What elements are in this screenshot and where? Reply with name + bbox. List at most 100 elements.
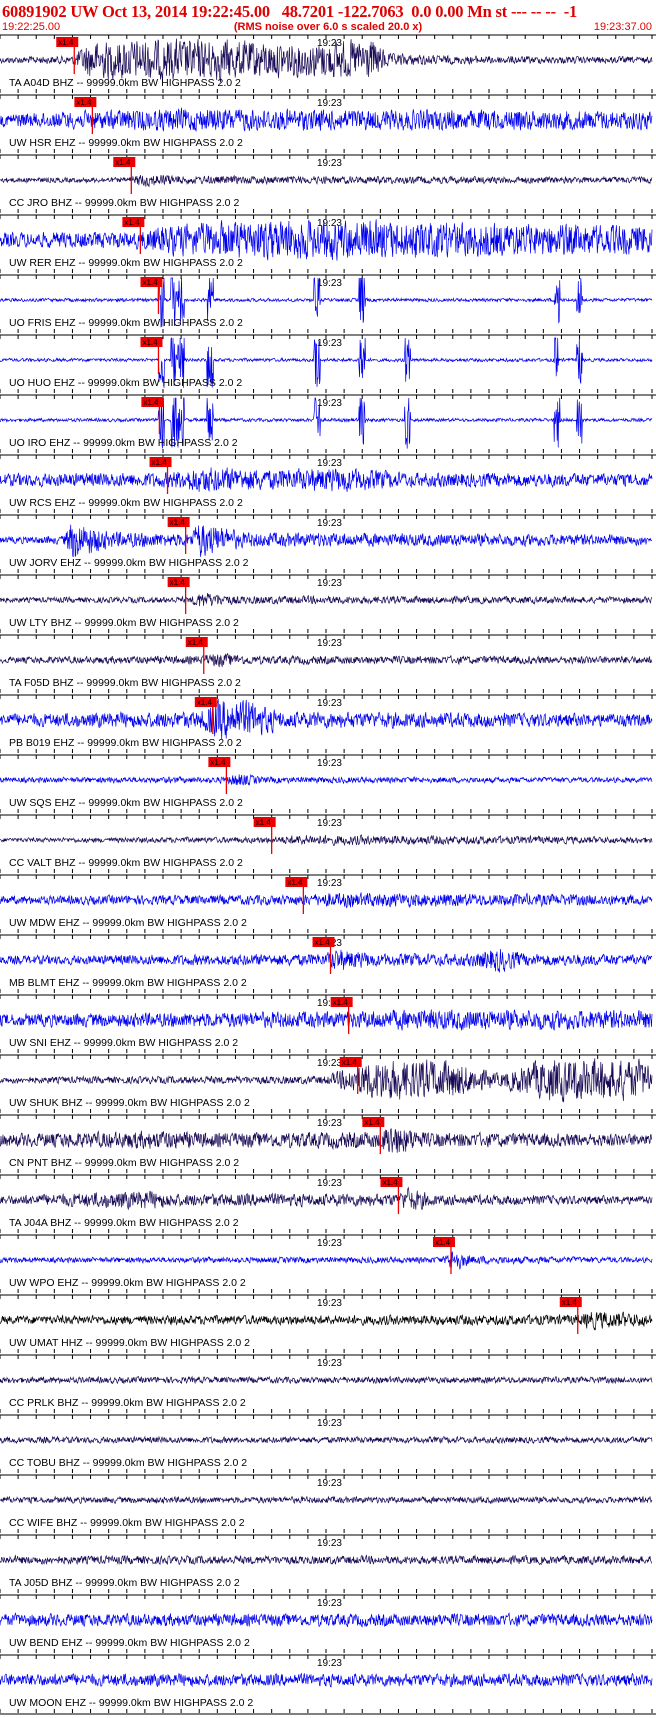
end-time: 19:23:37.00 — [593, 21, 652, 33]
time-label: 19:23 — [317, 1118, 342, 1129]
pick-label: x1.4 — [315, 938, 331, 947]
waveform — [0, 653, 653, 668]
time-label: 19:23 — [317, 518, 342, 529]
time-label: 19:23 — [317, 638, 342, 649]
station-label: UW SQS EHZ -- 99999.0km BW HIGHPASS 2.0 … — [9, 797, 243, 809]
waveform — [0, 1495, 653, 1505]
time-label: 19:23 — [317, 1538, 342, 1549]
station-label: UW HSR EHZ -- 99999.0km BW HIGHPASS 2.0 … — [9, 137, 243, 149]
pick-label: x1.4 — [342, 1058, 358, 1067]
time-label: 19:23 — [317, 1358, 342, 1369]
station-label: CC TOBU BHZ -- 99999.0km BW HIGHPASS 2.0… — [9, 1457, 247, 1469]
trace-12: 19:23 x1.4 PB B019 EHZ -- 99999.0km BW HIG… — [0, 694, 656, 753]
station-label: TA J05D BHZ -- 99999.0km BW HIGHPASS 2.0… — [9, 1577, 240, 1589]
plot-header: 60891902 UW Oct 13, 2014 19:22:45.00 48.… — [0, 0, 656, 34]
station-label: UW SNI EHZ -- 99999.0km BW HIGHPASS 2.0 … — [9, 1037, 238, 1049]
trace-28: 19:23 UW MOON EHZ -- 99999.0km BW HIGHPAS… — [0, 1654, 656, 1713]
time-label: 19:23 — [317, 1058, 342, 1069]
trace-15: 19:23 x1.4 UW MDW EHZ -- 99999.0km BW HIGH… — [0, 874, 656, 933]
rms-note: (RMS noise over 6.0 s scaled 20.0 x) — [233, 21, 423, 33]
trace-27: 19:23 UW BEND EHZ -- 99999.0km BW HIGHPAS… — [0, 1594, 656, 1653]
waveform — [0, 834, 653, 847]
time-label: 19:23 — [317, 398, 342, 409]
station-label: UW SHUK BHZ -- 99999.0km BW HIGHPASS 2.0… — [9, 1097, 250, 1109]
station-label: UW RER EHZ -- 99999.0km BW HIGHPASS 2.0 … — [9, 257, 243, 269]
waveform — [0, 592, 653, 607]
station-label: TA F05D BHZ -- 99999.0km BW HIGHPASS 2.0… — [9, 677, 241, 689]
time-label: 19:23 — [317, 278, 342, 289]
trace-13: 19:23 x1.4 UW SQS EHZ -- 99999.0km BW HIGH… — [0, 754, 656, 813]
station-label: UW BEND EHZ -- 99999.0km BW HIGHPASS 2.0… — [9, 1637, 250, 1649]
pick-label: x1.4 — [170, 578, 186, 587]
waveform — [0, 524, 653, 558]
waveform — [0, 467, 653, 492]
station-label: UO FRIS EHZ -- 99999.0km BW HIGHPASS 2.0… — [9, 317, 243, 329]
time-label: 19:23 — [317, 878, 342, 889]
pick-label: x1.4 — [435, 1238, 451, 1247]
pick-label: x1.4 — [287, 878, 303, 887]
trace-14: 19:23 x1.4 CC VALT BHZ -- 99999.0km BW HIG… — [0, 814, 656, 873]
time-label: 19:23 — [317, 458, 342, 469]
trace-8: 19:23 x1.4 UW RCS EHZ -- 99999.0km BW HIGH… — [0, 454, 656, 513]
station-label: CN PNT BHZ -- 99999.0km BW HIGHPASS 2.0 … — [9, 1157, 239, 1169]
time-label: 19:23 — [317, 1238, 342, 1249]
waveform — [0, 1251, 653, 1270]
pick-label: x1.4 — [115, 158, 131, 167]
station-label: UO HUO EHZ -- 99999.0km BW HIGHPASS 2.0 … — [9, 377, 242, 389]
station-label: UW MDW EHZ -- 99999.0km BW HIGHPASS 2.0 … — [9, 917, 247, 929]
time-label: 19:23 — [317, 98, 342, 109]
seismogram-plot: 19:23 x1.4 TA A04D BHZ -- 99999.0km BW HIG… — [0, 34, 656, 1715]
time-label: 19:23 — [317, 338, 342, 349]
pick-label: x1.4 — [256, 818, 272, 827]
trace-16: 19:23x1.4MB BLMT EHZ -- 99999.0km BW HIG… — [0, 934, 656, 993]
station-label: UW LTY BHZ -- 99999.0km BW HIGHPASS 2.0 … — [9, 617, 239, 629]
waveform — [0, 174, 653, 188]
station-label: UW MOON EHZ -- 99999.0km BW HIGHPASS 2.0… — [9, 1697, 253, 1709]
pick-label: x1.4 — [142, 338, 158, 347]
time-label: 19:23 — [317, 1298, 342, 1309]
time-label: 19:23 — [317, 1418, 342, 1429]
waveform — [0, 1128, 653, 1153]
trace-3: 19:23 x1.4 CC JRO BHZ -- 99999.0km BW HIGH… — [0, 154, 656, 213]
time-label: 19:23 — [317, 1598, 342, 1609]
time-label: 19:23 — [317, 38, 342, 49]
waveform — [0, 1009, 653, 1031]
pick-label: x1.4 — [210, 758, 226, 767]
waveform — [0, 1375, 653, 1385]
trace-20: 19:23 x1.4 TA J04A BHZ -- 99999.0km BW HIG… — [0, 1174, 656, 1233]
pick-label: x1.4 — [152, 458, 168, 467]
trace-22: 19:23 x1.4 UW UMAT HHZ -- 99999.0km BW HIG… — [0, 1294, 656, 1353]
pick-label: x1.4 — [143, 398, 159, 407]
pick-label: x1.4 — [364, 1118, 380, 1127]
station-label: UW WPO EHZ -- 99999.0km BW HIGHPASS 2.0 … — [9, 1277, 246, 1289]
time-label: 19:23 — [317, 1658, 342, 1669]
trace-6: 19:23 x1.4 UO HUO EHZ -- 99999.0km BW HIGH… — [0, 334, 656, 393]
trace-2: 19:23 x1.4 UW HSR EHZ -- 99999.0km BW HIGH… — [0, 94, 656, 153]
trace-17: 19:23x1.4UW SNI EHZ -- 99999.0km BW HIGH… — [0, 994, 656, 1053]
trace-4: 19:23x1.4UW RER EHZ -- 99999.0km BW HIGH… — [0, 214, 656, 273]
pick-label: x1.4 — [170, 518, 186, 527]
waveform — [0, 773, 653, 786]
pick-label: x1.4 — [76, 98, 92, 107]
pick-label: x1.4 — [188, 638, 204, 647]
station-label: CC WIFE BHZ -- 99999.0km BW HIGHPASS 2.0… — [9, 1517, 245, 1529]
time-label: 19:23 — [317, 158, 342, 169]
time-label: 19:23 — [317, 578, 342, 589]
station-label: UO IRO EHZ -- 99999.0km BW HIGHPASS 2.0 … — [9, 437, 238, 449]
time-label: 19:23 — [317, 758, 342, 769]
station-label: CC VALT BHZ -- 99999.0km BW HIGHPASS 2.0… — [9, 857, 243, 869]
time-label: 19:23 — [317, 818, 342, 829]
pick-label: x1.4 — [562, 1298, 578, 1307]
trace-9: 19:23 x1.4 UW JORV EHZ -- 99999.0km BW HIG… — [0, 514, 656, 573]
waveform — [0, 1554, 652, 1566]
trace-5: 19:23 x1.4 UO FRIS EHZ -- 99999.0km BW HIG… — [0, 274, 656, 333]
station-label: TA J04A BHZ -- 99999.0km BW HIGHPASS 2.0… — [9, 1217, 239, 1229]
station-label: CC JRO BHZ -- 99999.0km BW HIGHPASS 2.0 … — [9, 197, 239, 209]
waveform — [0, 1672, 653, 1688]
waveform — [0, 1186, 653, 1210]
event-title: 60891902 UW Oct 13, 2014 19:22:45.00 48.… — [2, 2, 578, 21]
trace-21: 19:23 x1.4 UW WPO EHZ -- 99999.0km BW HIGH… — [0, 1234, 656, 1293]
trace-1: 19:23 x1.4 TA A04D BHZ -- 99999.0km BW HIG… — [0, 34, 656, 93]
trace-11: 19:23 x1.4 TA F05D BHZ -- 99999.0km BW HIG… — [0, 634, 656, 693]
station-label: UW JORV EHZ -- 99999.0km BW HIGHPASS 2.0… — [9, 557, 249, 569]
